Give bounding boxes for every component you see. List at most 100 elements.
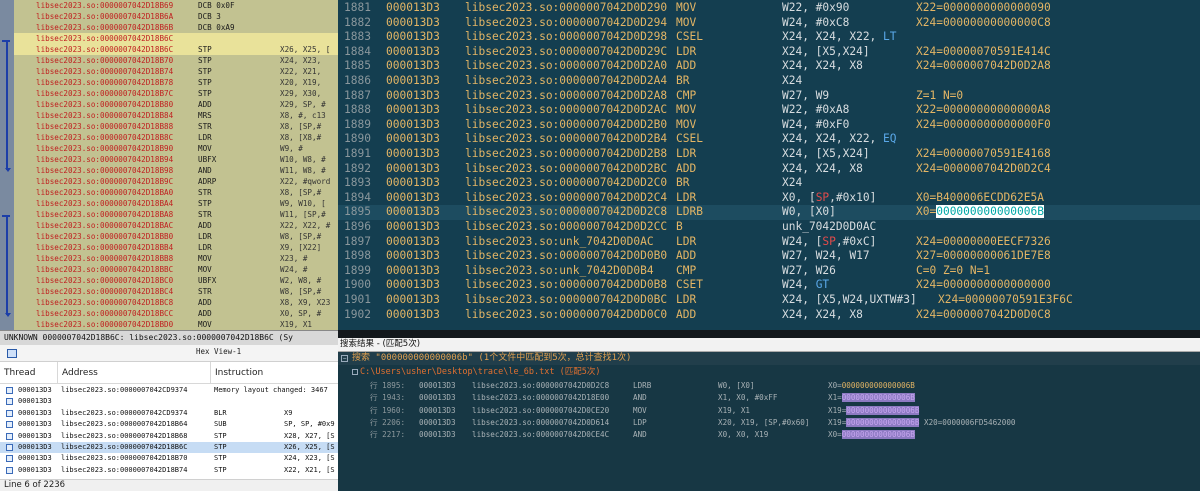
search-result-item[interactable]: 行 2206: 000013D3 libsec2023.so:0000007042D… (338, 417, 1200, 429)
trace-table-row[interactable]: 000013D3 libsec2023.so:0000007042D18B74 ST… (0, 465, 338, 476)
ida-code-line[interactable]: libsec2023.so:0000007042D18B7C STP X29, X3… (14, 88, 338, 99)
ida-code-line[interactable]: libsec2023.so:0000007042D18BBC MOV W24, # (14, 264, 338, 275)
trace-line[interactable]: 1889 000013D3 libsec2023.so:0000007042D0D2… (338, 118, 1200, 133)
trace-line[interactable]: 1883 000013D3 libsec2023.so:0000007042D0D2… (338, 30, 1200, 45)
ida-code-line[interactable]: libsec2023.so:0000007042D18BCC ADD X0, SP,… (14, 308, 338, 319)
ida-disassembly-view[interactable]: libsec2023.so:0000007042D18B69 DCB 0x0F li… (0, 0, 338, 345)
trace-line[interactable]: 1892 000013D3 libsec2023.so:0000007042D0D2… (338, 162, 1200, 177)
trace-address: libsec2023.so:0000007042D0D2A8 (465, 88, 668, 102)
row-marker-icon[interactable] (6, 455, 13, 463)
ida-code-line[interactable]: libsec2023.so:0000007042D18BC8 ADD X8, X9,… (14, 297, 338, 308)
trace-table-row[interactable]: 000013D3 libsec2023.so:0000007042D18B68 ST… (0, 431, 338, 442)
trace-table-row[interactable]: 000013D3 libsec2023.so:0000007042D18B64 SU… (0, 419, 338, 430)
search-results-panel[interactable]: 搜索结果 - (匹配5次) 搜索 "000000000000006b" (1个文… (338, 338, 1200, 491)
ida-code-line[interactable]: libsec2023.so:0000007042D18BAC ADD X22, X2… (14, 220, 338, 231)
trace-line[interactable]: 1894 000013D3 libsec2023.so:0000007042D0D2… (338, 191, 1200, 206)
trace-line[interactable]: 1882 000013D3 libsec2023.so:0000007042D0D2… (338, 16, 1200, 31)
trace-line[interactable]: 1881 000013D3 libsec2023.so:0000007042D0D2… (338, 1, 1200, 16)
ida-code-line[interactable]: libsec2023.so:0000007042D18BC4 STR W8, [SP… (14, 286, 338, 297)
ida-code-line[interactable]: libsec2023.so:0000007042D18B70 STP X24, X2… (14, 55, 338, 66)
trace-table-row[interactable]: 000013D3 libsec2023.so:0000007042CD9374 Me… (0, 385, 338, 396)
row-marker-icon[interactable] (6, 409, 13, 417)
trace-table-body[interactable]: 000013D3 libsec2023.so:0000007042CD9374 Me… (0, 385, 338, 480)
trace-mnemonic: LDR (676, 190, 697, 204)
ida-code-line[interactable]: libsec2023.so:0000007042D18B6A DCB 3 (14, 11, 338, 22)
ida-code-line[interactable]: libsec2023.so:0000007042D18BD0 MOV X19, X1 (14, 319, 338, 330)
column-thread[interactable]: Thread (4, 368, 35, 378)
trace-line[interactable]: 1891 000013D3 libsec2023.so:0000007042D0D2… (338, 147, 1200, 162)
trace-mnemonic: CSEL (676, 132, 703, 146)
search-file-line[interactable]: C:\Users\usher\Desktop\trace\le_6b.txt (… (338, 366, 1200, 378)
column-instruction[interactable]: Instruction (215, 368, 263, 378)
trace-line[interactable]: 1899 000013D3 libsec2023.so:unk_7042D0D0B4… (338, 264, 1200, 279)
trace-log-view[interactable]: 1881 000013D3 libsec2023.so:0000007042D0D2… (338, 0, 1200, 330)
ida-code-line[interactable]: libsec2023.so:0000007042D18B78 STP X20, X1… (14, 77, 338, 88)
hex-view-panel[interactable]: Hex View-1 Thread Address Instruction 00… (0, 345, 338, 491)
trace-line[interactable]: 1893 000013D3 libsec2023.so:0000007042D0D2… (338, 176, 1200, 191)
trace-line[interactable]: 1884 000013D3 libsec2023.so:0000007042D0D2… (338, 45, 1200, 60)
ida-code-line[interactable]: libsec2023.so:0000007042D18BC0 UBFX W2, W8… (14, 275, 338, 286)
search-results-body[interactable]: 搜索 "000000000000006b" (1个文件中匹配到5次，总计查找1次… (338, 352, 1200, 491)
collapse-icon[interactable]: − (341, 355, 348, 362)
ida-code-line[interactable]: libsec2023.so:0000007042D18BA0 STR X8, [SP… (14, 187, 338, 198)
row-marker-icon[interactable] (6, 398, 13, 406)
row-marker-icon[interactable] (6, 444, 13, 451)
ida-code-line[interactable]: libsec2023.so:0000007042D18BB0 LDR W8, [SP… (14, 231, 338, 242)
trace-table-row[interactable]: 000013D3 (0, 396, 338, 407)
ida-code-line[interactable]: libsec2023.so:0000007042D18B90 MOV W9, # (14, 143, 338, 154)
ida-code-line[interactable]: libsec2023.so:0000007042D18B98 AND W11, W8… (14, 165, 338, 176)
ida-code-line[interactable]: libsec2023.so:0000007042D18BB8 MOV X23, # (14, 253, 338, 264)
trace-line-number: 1886 (344, 74, 371, 87)
ida-line-mnemonic: LDR (198, 232, 212, 241)
search-result-item[interactable]: 行 1943: 000013D3 libsec2023.so:0000007042D… (338, 392, 1200, 404)
row-marker-icon[interactable] (6, 466, 13, 474)
ida-code-line[interactable]: libsec2023.so:0000007042D18B84 MRS X8, #, … (14, 110, 338, 121)
trace-line[interactable]: 1887 000013D3 libsec2023.so:0000007042D0D2… (338, 89, 1200, 104)
ida-code-line[interactable]: libsec2023.so:0000007042D18B6C (14, 33, 338, 44)
search-result-mnemonic: AND (633, 430, 647, 440)
ida-code-line[interactable]: libsec2023.so:0000007042D18B6B DCB 0xA9 (14, 22, 338, 33)
trace-line[interactable]: 1886 000013D3 libsec2023.so:0000007042D0D2… (338, 74, 1200, 89)
trace-line[interactable]: 1901 000013D3 libsec2023.so:0000007042D0D0… (338, 293, 1200, 308)
ida-code-line[interactable]: libsec2023.so:0000007042D18BA4 STP W9, W10… (14, 198, 338, 209)
search-result-thread: 000013D3 (419, 417, 456, 427)
ida-code-line[interactable]: libsec2023.so:0000007042D18B8C LDR X8, [X8… (14, 132, 338, 143)
trace-operands: W27, W24, W17 (782, 249, 870, 263)
ida-code-line[interactable]: libsec2023.so:0000007042D18B88 STR X8, [SP… (14, 121, 338, 132)
row-marker-icon[interactable] (6, 387, 13, 394)
trace-table-row[interactable]: 000013D3 libsec2023.so:0000007042D18B70 ST… (0, 453, 338, 464)
trace-line[interactable]: 1888 000013D3 libsec2023.so:0000007042D0D2… (338, 103, 1200, 118)
ida-code-line[interactable]: libsec2023.so:0000007042D18B94 UBFX W10, W… (14, 154, 338, 165)
ida-code-line[interactable]: libsec2023.so:0000007042D18B69 DCB 0x0F (14, 0, 338, 11)
ida-line-operands: W8, [SP,# (280, 232, 322, 241)
ida-code-line[interactable]: libsec2023.so:0000007042D18B6C STP X26, X2… (14, 44, 338, 55)
trace-line[interactable]: 1902 000013D3 libsec2023.so:0000007042D0D0… (338, 308, 1200, 323)
panel-splitter[interactable] (338, 330, 1200, 338)
ida-code-line[interactable]: libsec2023.so:0000007042D18B74 STP X22, X2… (14, 66, 338, 77)
trace-mnemonic: CMP (676, 88, 697, 102)
ida-code-line[interactable]: libsec2023.so:0000007042D18B80 ADD X29, SP… (14, 99, 338, 110)
trace-table-row[interactable]: 000013D3 libsec2023.so:0000007042D18B6C ST… (0, 442, 338, 453)
trace-line[interactable]: 1895 000013D3 libsec2023.so:0000007042D0D2… (338, 205, 1200, 220)
search-query-line[interactable]: 搜索 "000000000000006b" (1个文件中匹配到5次，总计查找1次… (338, 352, 1200, 365)
trace-table-row[interactable]: 000013D3 libsec2023.so:0000007042CD9374 BL… (0, 408, 338, 419)
ida-code-line[interactable]: libsec2023.so:0000007042D18B9C ADRP X22, #… (14, 176, 338, 187)
ida-code-lines[interactable]: libsec2023.so:0000007042D18B69 DCB 0x0F li… (14, 0, 338, 330)
trace-address: libsec2023.so:0000007042D0D2BC (465, 161, 668, 175)
trace-line[interactable]: 1900 000013D3 libsec2023.so:0000007042D0D0… (338, 278, 1200, 293)
ida-code-line[interactable]: libsec2023.so:0000007042D18BA8 STR W11, [S… (14, 209, 338, 220)
column-address[interactable]: Address (62, 368, 98, 378)
trace-line[interactable]: 1897 000013D3 libsec2023.so:unk_7042D0D0AC… (338, 235, 1200, 250)
trace-line[interactable]: 1898 000013D3 libsec2023.so:0000007042D0D0… (338, 249, 1200, 264)
trace-address: libsec2023.so:0000007042D0D0C0 (465, 307, 668, 321)
trace-line[interactable]: 1896 000013D3 libsec2023.so:0000007042D0D2… (338, 220, 1200, 235)
search-result-item[interactable]: 行 1895: 000013D3 libsec2023.so:0000007042D… (338, 380, 1200, 392)
trace-line[interactable]: 1890 000013D3 libsec2023.so:0000007042D0D2… (338, 132, 1200, 147)
collapse-icon[interactable] (352, 369, 358, 375)
row-marker-icon[interactable] (6, 432, 13, 440)
row-marker-icon[interactable] (6, 421, 13, 429)
ida-code-line[interactable]: libsec2023.so:0000007042D18BB4 LDR X9, [X2… (14, 242, 338, 253)
search-result-item[interactable]: 行 2217: 000013D3 libsec2023.so:0000007042D… (338, 429, 1200, 441)
search-result-item[interactable]: 行 1960: 000013D3 libsec2023.so:0000007042D… (338, 405, 1200, 417)
trace-line[interactable]: 1885 000013D3 libsec2023.so:0000007042D0D2… (338, 59, 1200, 74)
